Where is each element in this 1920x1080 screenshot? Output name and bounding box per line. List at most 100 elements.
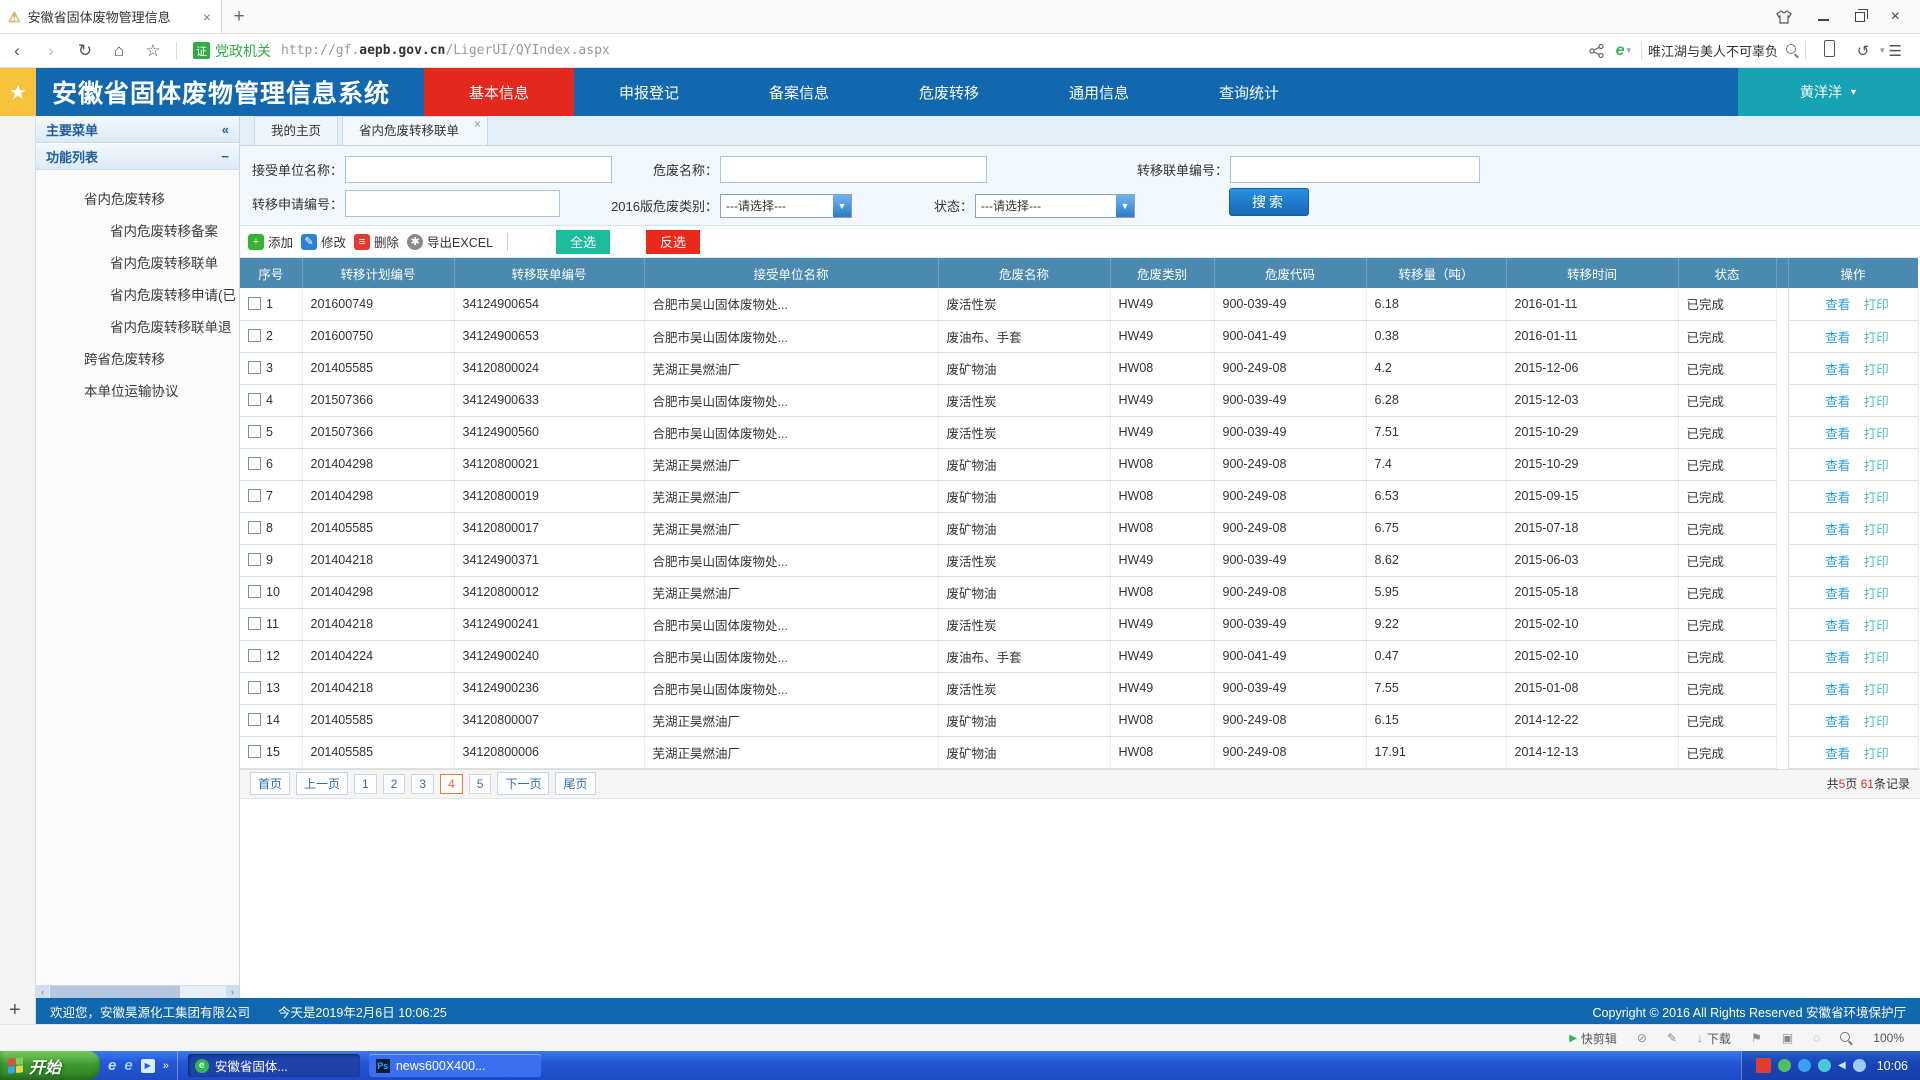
row-checkbox[interactable] xyxy=(248,617,261,630)
content-tab-close-icon[interactable]: × xyxy=(474,118,481,130)
refresh-icon[interactable]: ↻ xyxy=(68,41,102,61)
print-link[interactable]: 打印 xyxy=(1864,523,1889,537)
next-page-button[interactable]: 下一页 xyxy=(497,772,549,795)
row-checkbox[interactable] xyxy=(248,361,261,374)
view-link[interactable]: 查看 xyxy=(1825,491,1850,505)
sidebar-item[interactable]: 省内危废转移联单 xyxy=(36,248,239,280)
undo-icon[interactable]: ↺ xyxy=(1846,42,1880,60)
restore-button[interactable] xyxy=(1855,12,1865,22)
tray-teal-icon[interactable] xyxy=(1818,1059,1831,1072)
prev-page-button[interactable]: 上一页 xyxy=(296,772,348,795)
row-checkbox[interactable] xyxy=(248,521,261,534)
row-checkbox[interactable] xyxy=(248,457,261,470)
task-icon[interactable]: ◌ xyxy=(1813,1031,1820,1045)
view-link[interactable]: 查看 xyxy=(1825,715,1850,729)
col-manifest-no[interactable]: 转移联单编号 xyxy=(454,258,644,288)
col-waste-name[interactable]: 危废名称 xyxy=(938,258,1110,288)
zoom-level[interactable]: 100% xyxy=(1873,1031,1904,1045)
view-link[interactable]: 查看 xyxy=(1825,651,1850,665)
print-link[interactable]: 打印 xyxy=(1864,363,1889,377)
ie-quicklaunch-icon[interactable]: e xyxy=(108,1057,116,1074)
print-link[interactable]: 打印 xyxy=(1864,747,1889,761)
row-checkbox[interactable] xyxy=(248,553,261,566)
col-date[interactable]: 转移时间 xyxy=(1506,258,1678,288)
col-category[interactable]: 危废类别 xyxy=(1110,258,1214,288)
sidebar-item[interactable]: 本单位运输协议 xyxy=(36,376,239,408)
print-link[interactable]: 打印 xyxy=(1864,427,1889,441)
forward-icon[interactable]: › xyxy=(34,41,68,61)
view-link[interactable]: 查看 xyxy=(1825,555,1850,569)
star-icon[interactable]: ★ xyxy=(0,68,36,116)
view-link[interactable]: 查看 xyxy=(1825,395,1850,409)
quick-clip-button[interactable]: ▶快剪辑 xyxy=(1569,1030,1617,1047)
nav-item[interactable]: 基本信息 xyxy=(424,68,574,116)
view-link[interactable]: 查看 xyxy=(1825,363,1850,377)
view-link[interactable]: 查看 xyxy=(1825,459,1850,473)
row-checkbox[interactable] xyxy=(248,489,261,502)
tray-blue-icon[interactable] xyxy=(1798,1059,1811,1072)
nav-item[interactable]: 危废转移 xyxy=(874,68,1024,116)
sidebar-hscrollbar[interactable]: ‹ › xyxy=(36,985,239,998)
print-link[interactable]: 打印 xyxy=(1864,331,1889,345)
row-checkbox[interactable] xyxy=(248,649,261,662)
undo-chevron-icon[interactable]: ▾ xyxy=(1880,45,1885,56)
tab-close-icon[interactable]: × xyxy=(201,9,213,25)
user-menu[interactable]: 黄洋洋 ▼ xyxy=(1738,68,1920,116)
browser-search-text[interactable]: 唯江湖与美人不可辜负 xyxy=(1648,41,1778,60)
add-button[interactable]: +添加 xyxy=(248,232,293,251)
tray-collapse-icon[interactable]: ◀ xyxy=(1838,1060,1846,1071)
view-link[interactable]: 查看 xyxy=(1825,331,1850,345)
col-amount[interactable]: 转移量（吨） xyxy=(1366,258,1506,288)
share-icon[interactable] xyxy=(1589,44,1604,58)
collapse-icon[interactable]: « xyxy=(222,122,229,137)
row-checkbox[interactable] xyxy=(248,745,261,758)
taskbar-item-browser[interactable]: e 安徽省固体... xyxy=(188,1054,360,1077)
content-tab[interactable]: 我的主页 × xyxy=(254,116,338,145)
delete-button[interactable]: ≡删除 xyxy=(354,232,399,251)
more-icon[interactable]: » xyxy=(163,1060,169,1072)
tray-network-icon[interactable] xyxy=(1853,1059,1866,1072)
first-page-button[interactable]: 首页 xyxy=(250,772,290,795)
taskbar-item-photoshop[interactable]: Ps news600X400... xyxy=(369,1054,541,1077)
sidebar-item[interactable]: 省内危废转移 xyxy=(36,184,239,216)
row-checkbox[interactable] xyxy=(248,393,261,406)
scrollbar-thumb[interactable] xyxy=(50,986,180,998)
back-icon[interactable]: ‹ xyxy=(0,41,34,61)
print-link[interactable]: 打印 xyxy=(1864,715,1889,729)
view-link[interactable]: 查看 xyxy=(1825,298,1850,312)
clock[interactable]: 10:06 xyxy=(1877,1059,1908,1073)
ie-mode-icon[interactable]: e xyxy=(1616,42,1625,60)
view-link[interactable]: 查看 xyxy=(1825,427,1850,441)
pin-icon[interactable]: ✎ xyxy=(1667,1031,1677,1045)
download-button[interactable]: ↓下载 xyxy=(1697,1030,1731,1047)
page-number-button[interactable]: 5 xyxy=(469,774,492,794)
tray-green-icon[interactable] xyxy=(1778,1059,1791,1072)
col-ops[interactable]: 操作 xyxy=(1788,258,1918,288)
search-icon[interactable] xyxy=(1786,44,1799,57)
sidebar-item[interactable]: 省内危废转移备案 xyxy=(36,216,239,248)
sidebar-main-menu-header[interactable]: 主要菜单 « xyxy=(36,116,239,143)
status-select[interactable]: ---请选择--- ▼ xyxy=(975,194,1135,218)
page-number-button[interactable]: 4 xyxy=(440,774,463,794)
print-link[interactable]: 打印 xyxy=(1864,459,1889,473)
browser-quicklaunch-icon[interactable]: e xyxy=(124,1057,132,1074)
row-checkbox[interactable] xyxy=(248,585,261,598)
media-player-icon[interactable]: ▶ xyxy=(141,1059,155,1073)
col-plan-no[interactable]: 转移计划编号 xyxy=(302,258,454,288)
window-split-icon[interactable]: ▣ xyxy=(1782,1031,1793,1045)
url-text[interactable]: http://gf.aepb.gov.cn/LigerUI/QYIndex.as… xyxy=(281,43,610,58)
close-button[interactable]: × xyxy=(1891,8,1900,26)
tray-red-icon[interactable] xyxy=(1756,1058,1771,1073)
strip-plus-icon[interactable]: + xyxy=(9,999,21,1022)
minus-icon[interactable]: − xyxy=(221,149,229,164)
print-link[interactable]: 打印 xyxy=(1864,491,1889,505)
adblock-icon[interactable]: ⊘ xyxy=(1637,1031,1647,1045)
select-dropdown-icon[interactable]: ▼ xyxy=(1116,195,1134,217)
export-excel-button[interactable]: ✱导出EXCEL xyxy=(407,232,493,251)
row-checkbox[interactable] xyxy=(248,329,261,342)
sidebar-item[interactable]: 省内危废转移申请(已 xyxy=(36,280,239,312)
sidebar-function-list-header[interactable]: 功能列表 − xyxy=(36,143,239,170)
select-all-button[interactable]: 全选 xyxy=(556,230,610,254)
minimize-button[interactable] xyxy=(1818,13,1829,21)
sidebar-item[interactable]: 省内危废转移联单退 xyxy=(36,312,239,344)
